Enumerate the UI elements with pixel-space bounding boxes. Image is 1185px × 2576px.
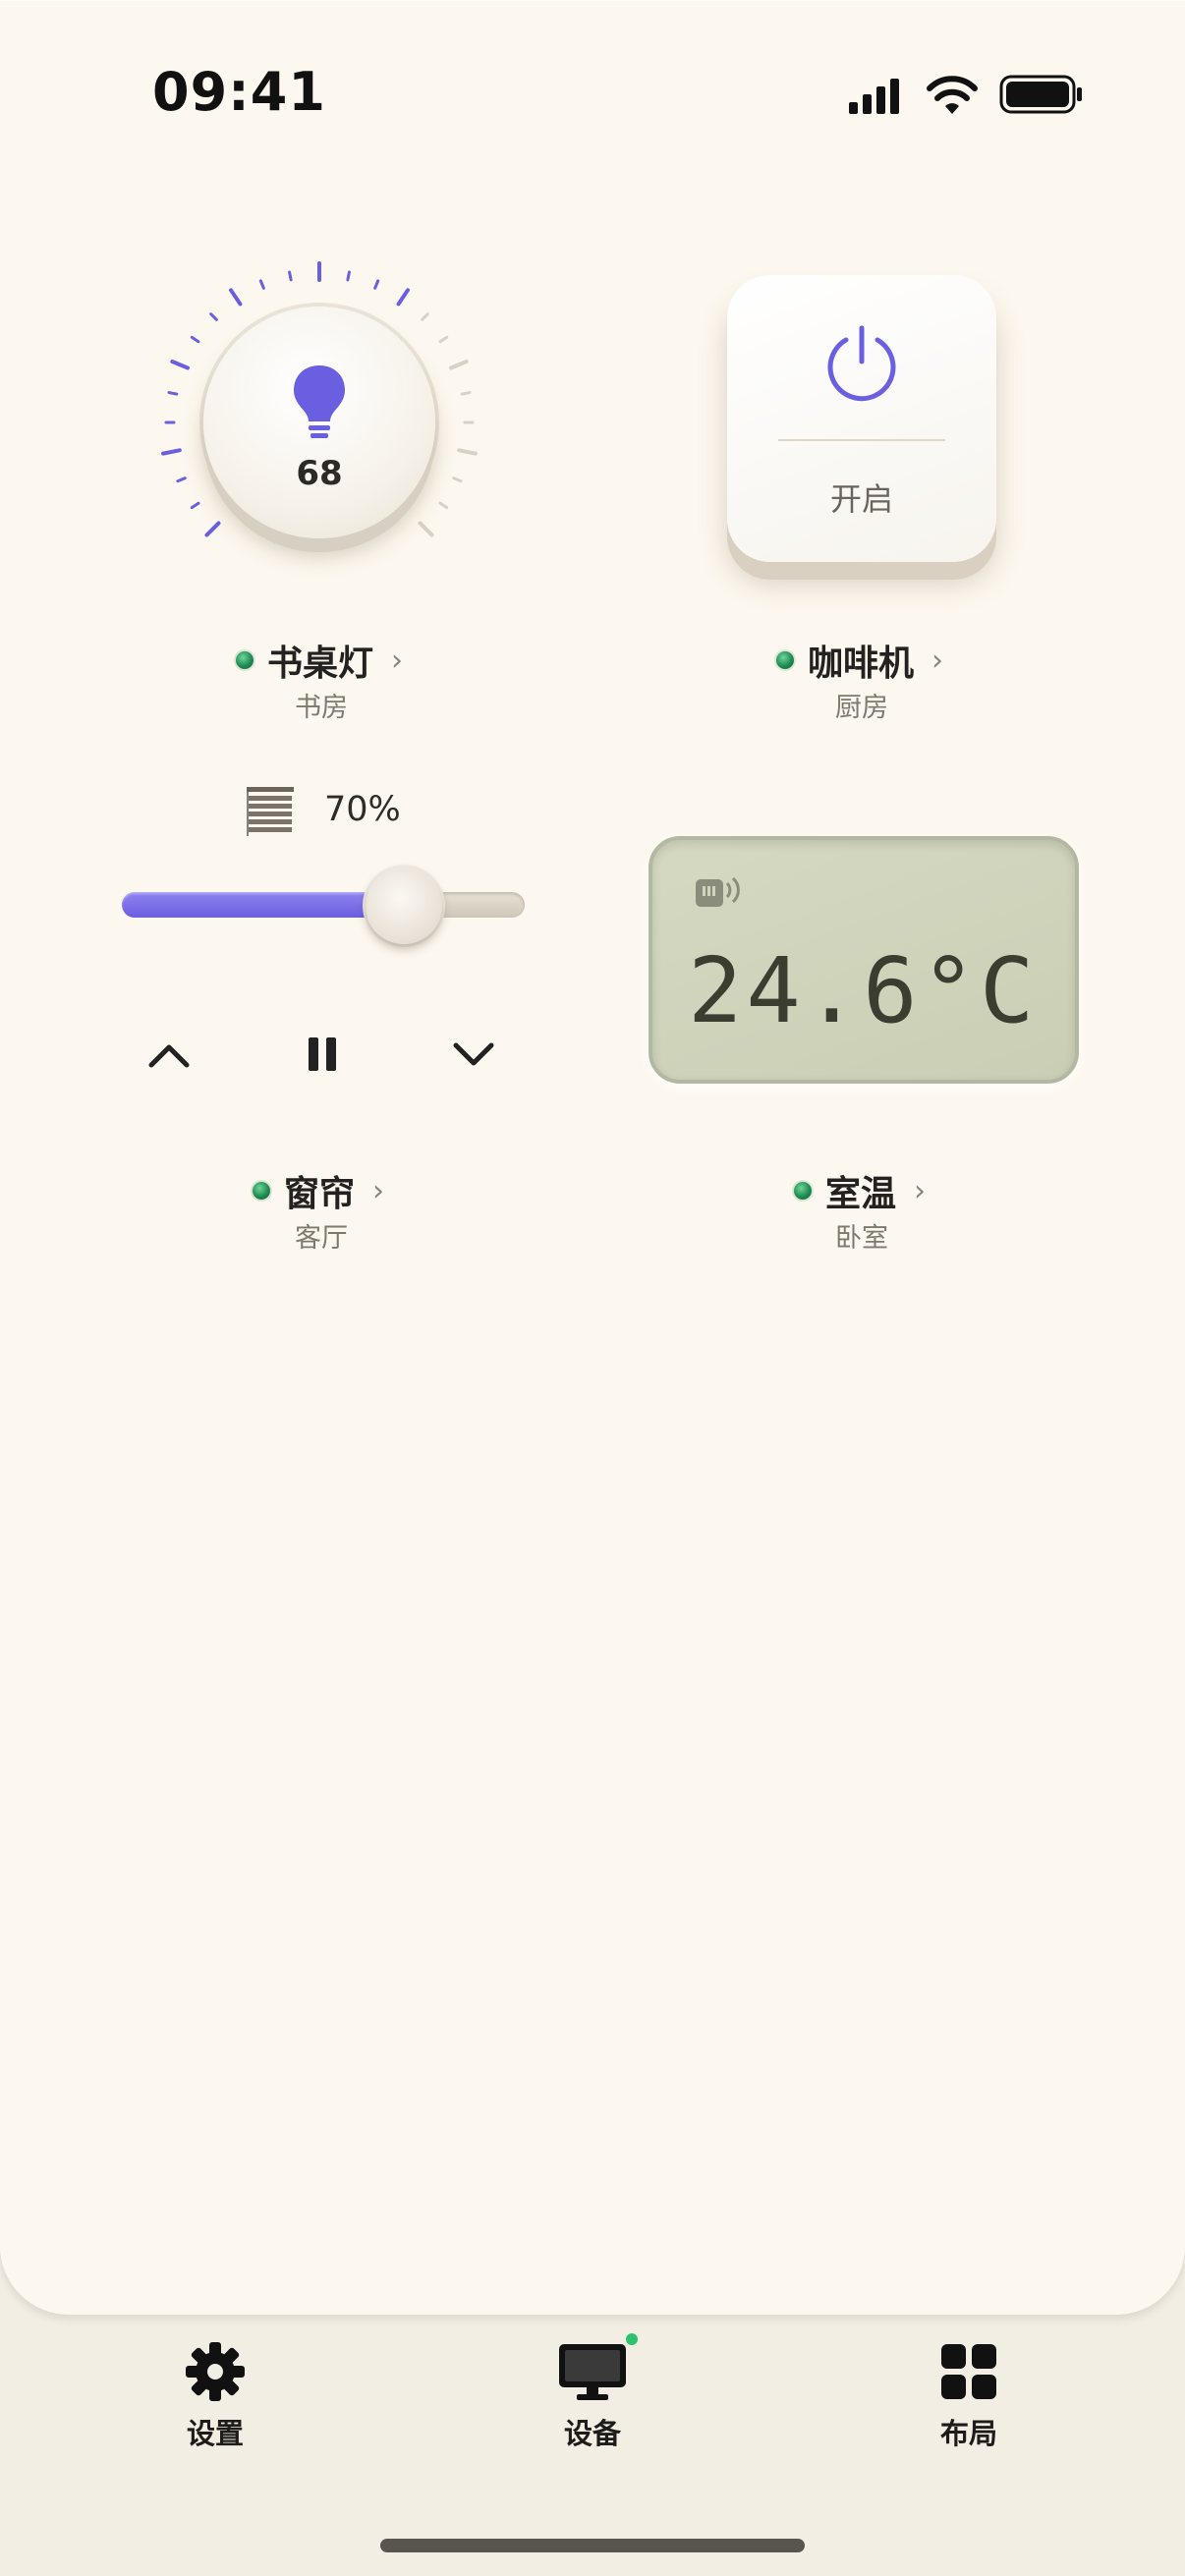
chevron-right-icon: › bbox=[914, 1173, 927, 1208]
online-indicator bbox=[253, 1182, 270, 1200]
notification-badge bbox=[623, 2330, 641, 2348]
dial-tick bbox=[346, 270, 351, 282]
chevron-right-icon: › bbox=[391, 643, 404, 678]
desk-lamp-dial[interactable]: 68 bbox=[157, 260, 481, 585]
dial-tick bbox=[161, 448, 182, 456]
online-indicator bbox=[794, 1182, 812, 1200]
dial-tick bbox=[396, 288, 411, 307]
dial-tick bbox=[438, 335, 449, 344]
curtain-slider-fill bbox=[122, 892, 404, 918]
dial-tick bbox=[421, 312, 429, 321]
tab-settings[interactable]: 设置 bbox=[137, 2340, 294, 2452]
chevron-up-icon bbox=[148, 1044, 190, 1068]
dial-tick bbox=[258, 279, 265, 290]
brightness-value: 68 bbox=[296, 454, 343, 493]
chevron-right-icon: › bbox=[931, 643, 944, 678]
divider bbox=[778, 439, 945, 441]
signal-icon bbox=[849, 79, 899, 114]
gear-icon bbox=[186, 2342, 245, 2401]
chevron-right-icon: › bbox=[372, 1173, 385, 1208]
tab-devices[interactable]: 设备 bbox=[514, 2330, 671, 2452]
curtain-up-button[interactable] bbox=[135, 1022, 203, 1087]
curtain-pause-button[interactable] bbox=[288, 1022, 357, 1087]
coffee-machine-title[interactable]: 咖啡机 › bbox=[776, 635, 943, 686]
home-indicator bbox=[380, 2539, 805, 2552]
grid-icon bbox=[941, 2344, 996, 2399]
dial-knob[interactable]: 68 bbox=[203, 307, 435, 538]
device-room: 客厅 bbox=[295, 1223, 348, 1254]
lightbulb-icon bbox=[294, 365, 345, 438]
online-indicator bbox=[776, 651, 794, 669]
curtain-down-button[interactable] bbox=[439, 1022, 508, 1087]
device-room: 卧室 bbox=[835, 1223, 888, 1254]
room-temp-title[interactable]: 室温 › bbox=[794, 1165, 926, 1216]
status-time: 09:41 bbox=[152, 61, 326, 123]
device-name: 室温 bbox=[825, 1174, 897, 1214]
dial-tick bbox=[448, 360, 469, 370]
device-name: 书桌灯 bbox=[267, 644, 374, 684]
tab-label: 布局 bbox=[939, 2417, 997, 2450]
dial-tick bbox=[190, 501, 200, 510]
dial-tick bbox=[452, 476, 463, 483]
dial-tick bbox=[288, 270, 293, 282]
dial-tick bbox=[418, 521, 434, 537]
monitor-icon bbox=[559, 2344, 626, 2400]
online-indicator bbox=[236, 651, 254, 669]
device-panel: 09:41 68 书桌灯 › 书房 开启 咖啡机 › 厨房 70% 窗帘 › 客… bbox=[0, 0, 1185, 2315]
coffee-power-button[interactable]: 开启 bbox=[727, 275, 996, 562]
battery-icon bbox=[999, 75, 1082, 114]
device-room: 厨房 bbox=[835, 693, 888, 723]
temperature-value: 24.6°C bbox=[688, 938, 1039, 1043]
chevron-down-icon bbox=[453, 1042, 494, 1066]
curtain-title[interactable]: 窗帘 › bbox=[253, 1165, 384, 1216]
power-icon bbox=[827, 325, 896, 402]
temperature-display[interactable]: 24.6°C bbox=[649, 836, 1079, 1084]
tab-layout[interactable]: 布局 bbox=[890, 2340, 1047, 2452]
wifi-icon bbox=[927, 76, 978, 114]
power-label: 开启 bbox=[829, 480, 893, 518]
device-room: 书房 bbox=[295, 693, 348, 723]
pause-icon bbox=[309, 1037, 336, 1071]
curtain-slider-thumb[interactable] bbox=[366, 868, 442, 944]
dial-tick bbox=[373, 279, 380, 290]
dial-tick bbox=[167, 391, 179, 396]
dial-tick bbox=[438, 501, 449, 510]
dial-tick bbox=[176, 476, 187, 483]
dial-tick bbox=[170, 360, 191, 370]
dial-tick bbox=[204, 521, 221, 537]
dial-tick bbox=[209, 312, 218, 321]
curtain-slider-track[interactable] bbox=[122, 892, 525, 918]
dial-tick bbox=[460, 391, 472, 396]
curtain-position: 70% bbox=[324, 790, 401, 829]
desk-lamp-title[interactable]: 书桌灯 › bbox=[236, 635, 403, 686]
sensor-signal-icon bbox=[696, 876, 740, 907]
device-name: 窗帘 bbox=[284, 1174, 356, 1214]
dial-tick bbox=[190, 335, 200, 344]
device-name: 咖啡机 bbox=[808, 644, 915, 684]
tab-label: 设备 bbox=[563, 2417, 621, 2450]
blinds-icon bbox=[247, 787, 294, 836]
dial-tick bbox=[457, 448, 478, 456]
tab-label: 设置 bbox=[186, 2417, 244, 2450]
dial-tick bbox=[228, 288, 243, 307]
